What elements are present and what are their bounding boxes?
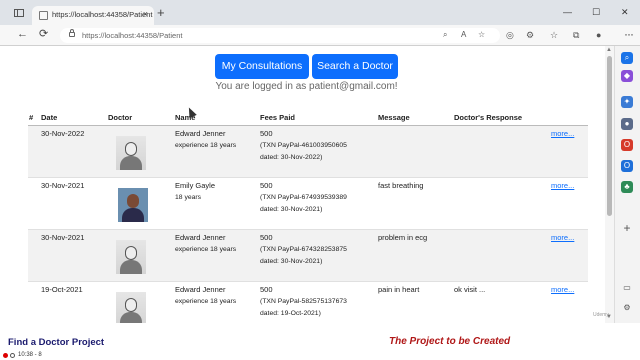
record-dot-icon [3,353,8,358]
address-bar[interactable]: https://localhost:44358/Patient ⌕ A ☆ [60,28,500,43]
page-scrollbar[interactable]: ▲ ▼ [605,46,614,323]
row-date: 30-Nov-2022 [41,129,85,138]
patient-message: fast breathing [378,181,424,190]
lock-icon[interactable] [69,29,75,37]
transaction-id: (TXN PayPal-582575137673 [260,298,347,305]
more-link[interactable]: more... [551,233,574,242]
doctor-avatar [116,136,146,170]
patient-message: pain in heart [378,285,420,294]
transaction-id: (TXN PayPal-674328253875 [260,246,347,253]
maximize-button[interactable]: ☐ [592,8,600,17]
doctor-experience: experience 18 years [175,142,237,149]
watermark: Udemy [593,312,609,318]
column-header-date: Date [41,113,58,122]
search-icon[interactable]: ⌕ [443,30,447,40]
scroll-thumb[interactable] [607,56,612,216]
transaction-date: dated: 30-Nov-2021) [260,258,323,265]
doctor-avatar [116,292,146,323]
table-row: 30-Nov-2021 Edward Jenner experience 18 … [28,230,588,282]
close-window-button[interactable]: ✕ [621,8,629,17]
table-row: 19-Oct-2021 Edward Jenner experience 18 … [28,282,588,323]
browser-toolbar: ← ⟳ https://localhost:44358/Patient ⌕ A … [0,25,640,46]
banner-left-title: Find a Doctor Project [8,337,105,348]
fee-amount: 500 [260,285,273,294]
back-button[interactable]: ← [17,29,28,40]
url-text[interactable]: https://localhost:44358/Patient [82,31,183,40]
clock-ring-icon [10,353,15,358]
collections-icon[interactable]: ⧉ [573,30,579,40]
more-link[interactable]: more... [551,129,574,138]
screenshot-icon[interactable]: ◎ [506,30,514,40]
column-header-fees: Fees Paid [260,113,296,122]
tools-icon[interactable]: ✦ [621,96,633,108]
page-content: My Consultations Search a Doctor You are… [8,46,605,323]
sidebar-layout-icon[interactable]: ▭ [621,282,633,294]
video-timestamp: 10:38 - 8 [18,352,42,358]
doctor-experience: experience 18 years [175,298,237,305]
edge-sidebar: ⌕ ◆ ✦ ● O O ♣ + ▭ ⚙ [614,46,640,323]
doctor-name: Emily Gayle [175,181,216,190]
doctor-experience: experience 18 years [175,246,237,253]
transaction-date: dated: 30-Nov-2021) [260,206,323,213]
games-icon[interactable]: ● [621,118,633,130]
more-link[interactable]: more... [551,285,574,294]
search-sidebar-icon[interactable]: ⌕ [621,52,633,64]
more-link[interactable]: more... [551,181,574,190]
transaction-id: (TXN PayPal-674939539389 [260,194,347,201]
tab-close-icon[interactable]: × [143,9,148,19]
row-date: 30-Nov-2021 [41,181,85,190]
fee-amount: 500 [260,181,273,190]
logged-in-message: You are logged in as patient@gmail.com! [215,81,398,92]
reload-button[interactable]: ⟳ [39,29,48,40]
tab-title: https://localhost:44358/Patient [52,10,153,19]
scroll-up-icon[interactable]: ▲ [606,47,612,53]
sidebar-settings-icon[interactable]: ⚙ [621,302,633,314]
minimize-button[interactable]: — [563,8,572,17]
tab-actions-icon[interactable] [14,9,24,17]
table-row: 30-Nov-2022 Edward Jenner experience 18 … [28,126,588,178]
browser-titlebar: https://localhost:44358/Patient × + — ☐ … [0,0,640,25]
outlook-icon[interactable]: O [621,160,633,172]
extensions-icon[interactable]: ⚙ [526,30,534,40]
fee-amount: 500 [260,233,273,242]
doctor-experience: 18 years [175,194,202,201]
favorites-icon[interactable]: ☆ [550,30,558,40]
page-favicon-icon [39,11,48,20]
search-doctor-button[interactable]: Search a Doctor [312,54,398,79]
profile-icon[interactable]: ● [596,30,601,40]
favorite-star-icon[interactable]: ☆ [478,30,485,40]
table-row: 30-Nov-2021 Emily Gayle 18 years 500 (TX… [28,178,588,230]
column-header-doctor: Doctor [108,113,133,122]
new-tab-button[interactable]: + [157,6,165,19]
settings-menu-icon[interactable]: ··· [624,27,634,41]
patient-message: problem in ecg [378,233,428,242]
doctor-name: Edward Jenner [175,285,226,294]
column-header-index: # [29,113,34,122]
office-icon[interactable]: O [621,139,633,151]
video-banner: Find a Doctor Project 10:38 - 8 The Proj… [0,323,640,360]
doctor-name: Edward Jenner [175,233,226,242]
add-sidebar-icon[interactable]: + [621,222,633,234]
banner-right-title: The Project to be Created [389,336,511,347]
column-header-message: Message [378,113,410,122]
transaction-date: dated: 19-Oct-2021) [260,310,321,317]
transaction-date: dated: 30-Nov-2022) [260,154,323,161]
doctor-name: Edward Jenner [175,129,226,138]
doctor-avatar [116,240,146,274]
fee-amount: 500 [260,129,273,138]
browser-tab[interactable]: https://localhost:44358/Patient × [32,6,154,25]
column-header-response: Doctor's Response [454,113,523,122]
read-aloud-icon[interactable]: A [461,30,466,40]
row-date: 19-Oct-2021 [41,285,83,294]
transaction-id: (TXN PayPal-461003950605 [260,142,347,149]
tree-icon[interactable]: ♣ [621,181,633,193]
row-date: 30-Nov-2021 [41,233,85,242]
doctor-response: ok visit ... [454,285,486,294]
doctor-avatar [118,188,148,222]
my-consultations-button[interactable]: My Consultations [215,54,309,79]
shopping-icon[interactable]: ◆ [621,70,633,82]
